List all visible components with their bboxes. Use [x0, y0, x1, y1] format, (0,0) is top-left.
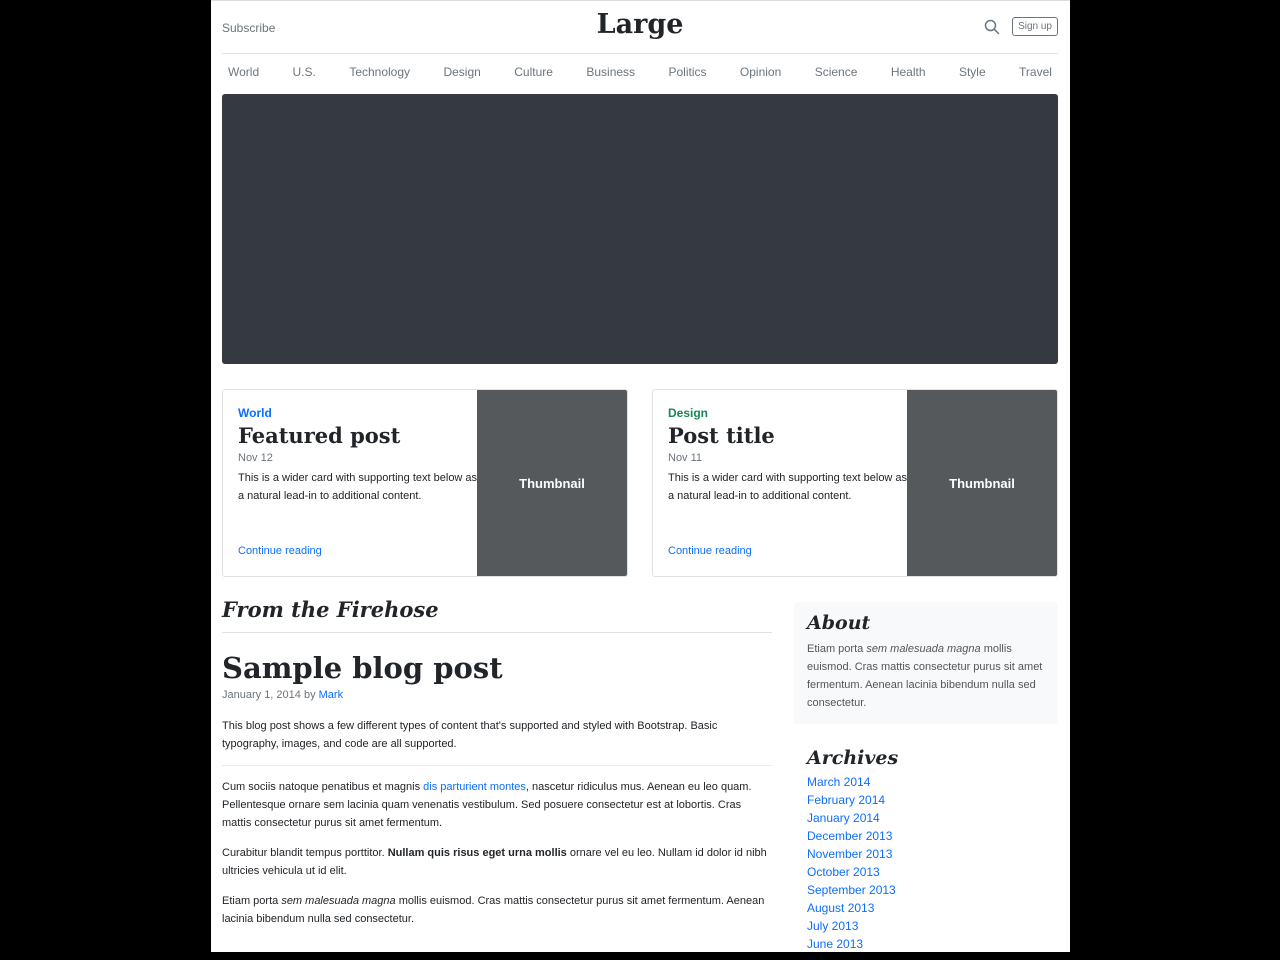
card-title: Featured post — [238, 423, 401, 448]
nav-item-design[interactable]: Design — [443, 65, 480, 79]
archive-link[interactable]: November 2013 — [807, 845, 1047, 863]
post-date: January 1, 2014 by — [222, 689, 319, 701]
featured-card: World Featured post Nov 12 This is a wid… — [222, 389, 628, 577]
category-nav: World U.S. Technology Design Culture Bus… — [222, 54, 1058, 90]
hero-banner — [222, 94, 1058, 364]
post-paragraph: Curabitur blandit tempus porttitor. Null… — [222, 847, 767, 877]
nav-item-travel[interactable]: Travel — [1019, 65, 1052, 79]
site-brand[interactable]: Large — [222, 9, 1058, 40]
archive-link[interactable]: March 2014 — [807, 773, 1047, 791]
nav-item-health[interactable]: Health — [891, 65, 926, 79]
author-link[interactable]: Mark — [319, 689, 343, 701]
nav-item-politics[interactable]: Politics — [668, 65, 706, 79]
site-header: Subscribe Large Sign up — [222, 1, 1058, 54]
archive-link[interactable]: December 2013 — [807, 827, 1047, 845]
continue-reading-link[interactable]: Continue reading — [238, 545, 322, 557]
card-title: Post title — [668, 423, 775, 448]
card-thumbnail: Thumbnail — [477, 390, 627, 576]
nav-item-us[interactable]: U.S. — [293, 65, 316, 79]
section-title: From the Firehose — [222, 597, 772, 633]
card-text: This is a wider card with supporting tex… — [668, 472, 908, 502]
post-paragraph: Etiam porta sem malesuada magna mollis e… — [222, 895, 765, 925]
card-thumbnail: Thumbnail — [907, 390, 1057, 576]
about-title: About — [807, 612, 871, 634]
archives-title: Archives — [807, 747, 899, 769]
post-intro: This blog post shows a few different typ… — [222, 717, 772, 766]
card-text: This is a wider card with supporting tex… — [238, 472, 478, 502]
archive-link[interactable]: October 2013 — [807, 863, 1047, 881]
sign-up-button[interactable]: Sign up — [1012, 17, 1058, 36]
card-date: Nov 12 — [238, 452, 273, 464]
about-box: About Etiam porta sem malesuada magna mo… — [794, 602, 1058, 724]
card-category: Design — [668, 406, 709, 420]
archive-link[interactable]: August 2013 — [807, 899, 1047, 917]
card-category: World — [238, 406, 272, 420]
card-date: Nov 11 — [668, 452, 703, 464]
about-text: Etiam porta sem malesuada magna mollis e… — [807, 643, 1043, 709]
post-card: Design Post title Nov 11 This is a wider… — [652, 389, 1058, 577]
inline-link[interactable]: dis parturient montes — [423, 781, 526, 793]
nav-item-culture[interactable]: Culture — [514, 65, 553, 79]
page: Subscribe Large Sign up World U.S. Techn… — [211, 0, 1070, 952]
nav-item-style[interactable]: Style — [959, 65, 986, 79]
main-column: From the Firehose Sample blog post Janua… — [222, 597, 772, 928]
archive-link[interactable]: September 2013 — [807, 881, 1047, 899]
archives-section: Archives March 2014 February 2014 Januar… — [807, 747, 1047, 952]
post-title: Sample blog post — [222, 651, 503, 685]
nav-item-technology[interactable]: Technology — [349, 65, 410, 79]
nav-item-science[interactable]: Science — [815, 65, 858, 79]
archive-link[interactable]: January 2014 — [807, 809, 1047, 827]
continue-reading-link[interactable]: Continue reading — [668, 545, 752, 557]
archive-link[interactable]: July 2013 — [807, 917, 1047, 935]
archive-link[interactable]: June 2013 — [807, 935, 1047, 952]
archive-link[interactable]: February 2014 — [807, 791, 1047, 809]
nav-item-business[interactable]: Business — [586, 65, 635, 79]
post-meta: January 1, 2014 by Mark — [222, 689, 772, 701]
nav-item-opinion[interactable]: Opinion — [740, 65, 781, 79]
search-icon[interactable] — [984, 19, 1000, 35]
nav-item-world[interactable]: World — [228, 65, 259, 79]
post-paragraph: Cum sociis natoque penatibus et magnis d… — [222, 781, 752, 829]
